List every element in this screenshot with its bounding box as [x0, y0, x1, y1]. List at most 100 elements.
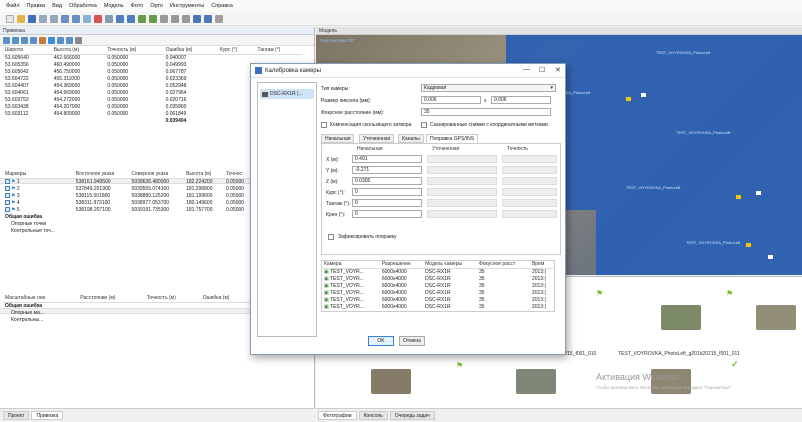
- menu-ortho[interactable]: Орто: [150, 3, 163, 9]
- update-icon[interactable]: [48, 36, 55, 44]
- gps-y-initial-input[interactable]: -0.271: [352, 166, 422, 174]
- tools-icon[interactable]: [75, 36, 82, 44]
- col-pitch[interactable]: Тангаж (°): [255, 47, 303, 55]
- marker-checkbox[interactable]: [5, 193, 10, 199]
- save-icon[interactable]: [28, 14, 36, 23]
- menu-help[interactable]: Справка: [211, 3, 233, 9]
- col-camera-model[interactable]: Модель камеры: [423, 260, 477, 269]
- col-accuracy[interactable]: Точнос: [224, 171, 253, 179]
- menu-workflow[interactable]: Обработка: [69, 3, 97, 9]
- markers-icon[interactable]: [204, 14, 212, 23]
- tab-project[interactable]: Проект: [3, 411, 30, 420]
- pixel-size-x-input[interactable]: 0.006: [421, 96, 481, 104]
- pixel-size-y-input[interactable]: 0.006: [491, 96, 551, 104]
- col-markers[interactable]: Маркеры: [3, 171, 74, 179]
- marker-checkbox[interactable]: [5, 186, 10, 192]
- marker-checkbox[interactable]: [5, 179, 10, 185]
- zoom-in-icon[interactable]: [116, 14, 124, 23]
- export-icon[interactable]: [12, 36, 19, 44]
- rolling-shutter-checkbox[interactable]: [321, 122, 327, 128]
- col-focal-length[interactable]: Фокусное расст: [476, 260, 530, 269]
- photo-thumbnail[interactable]: [516, 369, 556, 394]
- maximize-icon[interactable]: ☐: [539, 66, 545, 74]
- fix-offset-checkbox[interactable]: [328, 234, 334, 240]
- camera-row[interactable]: ▣ TEST_VOYR... 6000x4000 DSC-RX1R 35 2013:(: [322, 283, 555, 290]
- col-height[interactable]: Высота (м): [184, 171, 224, 179]
- col-error[interactable]: Ошибка (м): [200, 295, 253, 303]
- tab-adjusted[interactable]: Уточненная: [359, 134, 395, 143]
- menu-model[interactable]: Модель: [104, 3, 124, 9]
- import-icon[interactable]: [3, 36, 10, 44]
- tab-jobs[interactable]: Очередь задач: [389, 411, 435, 420]
- table-icon[interactable]: [21, 36, 28, 44]
- roll-initial-input[interactable]: 0: [352, 210, 422, 218]
- tab-initial[interactable]: Начальная: [321, 134, 355, 143]
- tab-photos[interactable]: Фотографии: [318, 411, 357, 420]
- zoom-out-icon[interactable]: [127, 14, 135, 23]
- tab-gps-ins-offset[interactable]: Поправка GPS/INS: [426, 134, 479, 143]
- crop-icon[interactable]: [105, 14, 113, 23]
- col-latitude[interactable]: Широта: [3, 47, 52, 55]
- menu-view[interactable]: Вид: [52, 3, 62, 9]
- marker-row[interactable]: ⚑ 5 538198.207100 5939191.735300 181.757700…: [3, 207, 253, 214]
- camera-row[interactable]: ▣ TEST_VOYR... 6000x4000 DSC-RX1R 35 2013:(: [322, 290, 555, 297]
- yaw-initial-input[interactable]: 0: [352, 188, 422, 196]
- gps-z-initial-input[interactable]: 0.0305: [352, 177, 422, 185]
- col-distance[interactable]: Расстояние (м): [78, 295, 145, 303]
- col-yaw[interactable]: Курс (°): [217, 47, 256, 55]
- col-northing[interactable]: Северное указа: [129, 171, 185, 179]
- rotate-3-icon[interactable]: [182, 14, 190, 23]
- menu-tools[interactable]: Инструменты: [170, 3, 204, 9]
- col-accuracy[interactable]: Точность (м): [144, 295, 201, 303]
- pitch-initial-input[interactable]: 0: [352, 199, 422, 207]
- rotate-icon[interactable]: [160, 14, 168, 23]
- camera-icon[interactable]: [641, 93, 646, 97]
- camera-row[interactable]: ▣ TEST_VOYR... 6000x4000 DSC-RX1R 35 2013:(: [322, 269, 555, 277]
- navigation-icon[interactable]: [83, 14, 91, 23]
- camera-row[interactable]: ▣ TEST_VOYR... 6000x4000 DSC-RX1R 35 2013:(: [322, 297, 555, 304]
- tab-bands[interactable]: Каналы: [398, 134, 424, 143]
- photo-thumbnail[interactable]: [371, 369, 411, 394]
- select-dropdown-icon[interactable]: [72, 14, 80, 23]
- marker-row[interactable]: ⚑ 2 537849.201900 5939555.074100 181.296800…: [3, 186, 253, 193]
- col-scalebars[interactable]: Масштабные лин: [3, 295, 79, 303]
- optimize-icon[interactable]: [66, 36, 73, 44]
- new-document-icon[interactable]: [6, 14, 14, 23]
- table-2-icon[interactable]: [30, 36, 37, 44]
- col-altitude[interactable]: Высота (м): [51, 47, 106, 55]
- tab-console[interactable]: Консоль: [358, 411, 388, 420]
- open-folder-icon[interactable]: [17, 14, 25, 23]
- menu-edit[interactable]: Правка: [27, 3, 46, 9]
- marker-row[interactable]: ⚑ 4 538311.973100 5938977.053700 180.149600…: [3, 200, 253, 207]
- settings-icon[interactable]: [215, 14, 223, 23]
- redo-icon[interactable]: [50, 14, 58, 23]
- col-easting[interactable]: Восточное указа: [73, 171, 130, 179]
- marker-icon[interactable]: [626, 97, 631, 101]
- marker-checkbox[interactable]: [5, 207, 10, 213]
- menu-file[interactable]: Файл: [6, 3, 20, 9]
- camera-row[interactable]: ▣ TEST_VOYR... 6000x4000 DSC-RX1R 35 2013:(: [322, 304, 555, 312]
- marker-row[interactable]: ⚑ 1 538161.949500 5939636.480000 182.224200…: [3, 179, 253, 187]
- undo-icon[interactable]: [39, 14, 47, 23]
- pencil-icon[interactable]: [39, 36, 46, 44]
- marker-checkbox[interactable]: [5, 200, 10, 206]
- photo-thumbnail[interactable]: [661, 305, 701, 330]
- col-accuracy[interactable]: Точность (м): [105, 47, 164, 55]
- col-resolution[interactable]: Разрешение: [379, 260, 424, 269]
- camera-type-select[interactable]: Кадровая ▾: [421, 84, 556, 92]
- rotate-2-icon[interactable]: [171, 14, 179, 23]
- tab-reference[interactable]: Привязка: [31, 411, 64, 420]
- photo-thumbnail[interactable]: [756, 305, 796, 330]
- marker-icon[interactable]: [746, 243, 751, 247]
- ok-button[interactable]: OK: [368, 336, 394, 346]
- close-icon[interactable]: ✕: [555, 66, 561, 74]
- camera-group-item[interactable]: DSC-RX1R (...: [260, 89, 314, 99]
- col-camera[interactable]: Камера: [321, 260, 380, 269]
- table-row[interactable]: 53.605640 462.666000 0.050000 0.040007: [3, 55, 303, 63]
- gps-x-initial-input[interactable]: 0.491: [352, 155, 422, 163]
- col-time[interactable]: Врем: [529, 260, 555, 269]
- marker-row[interactable]: ⚑ 3 538115.001800 5938880.125200 181.199600…: [3, 193, 253, 200]
- camera-icon[interactable]: [193, 14, 201, 23]
- minimize-icon[interactable]: —: [523, 66, 530, 73]
- view-mode-icon[interactable]: [138, 14, 146, 23]
